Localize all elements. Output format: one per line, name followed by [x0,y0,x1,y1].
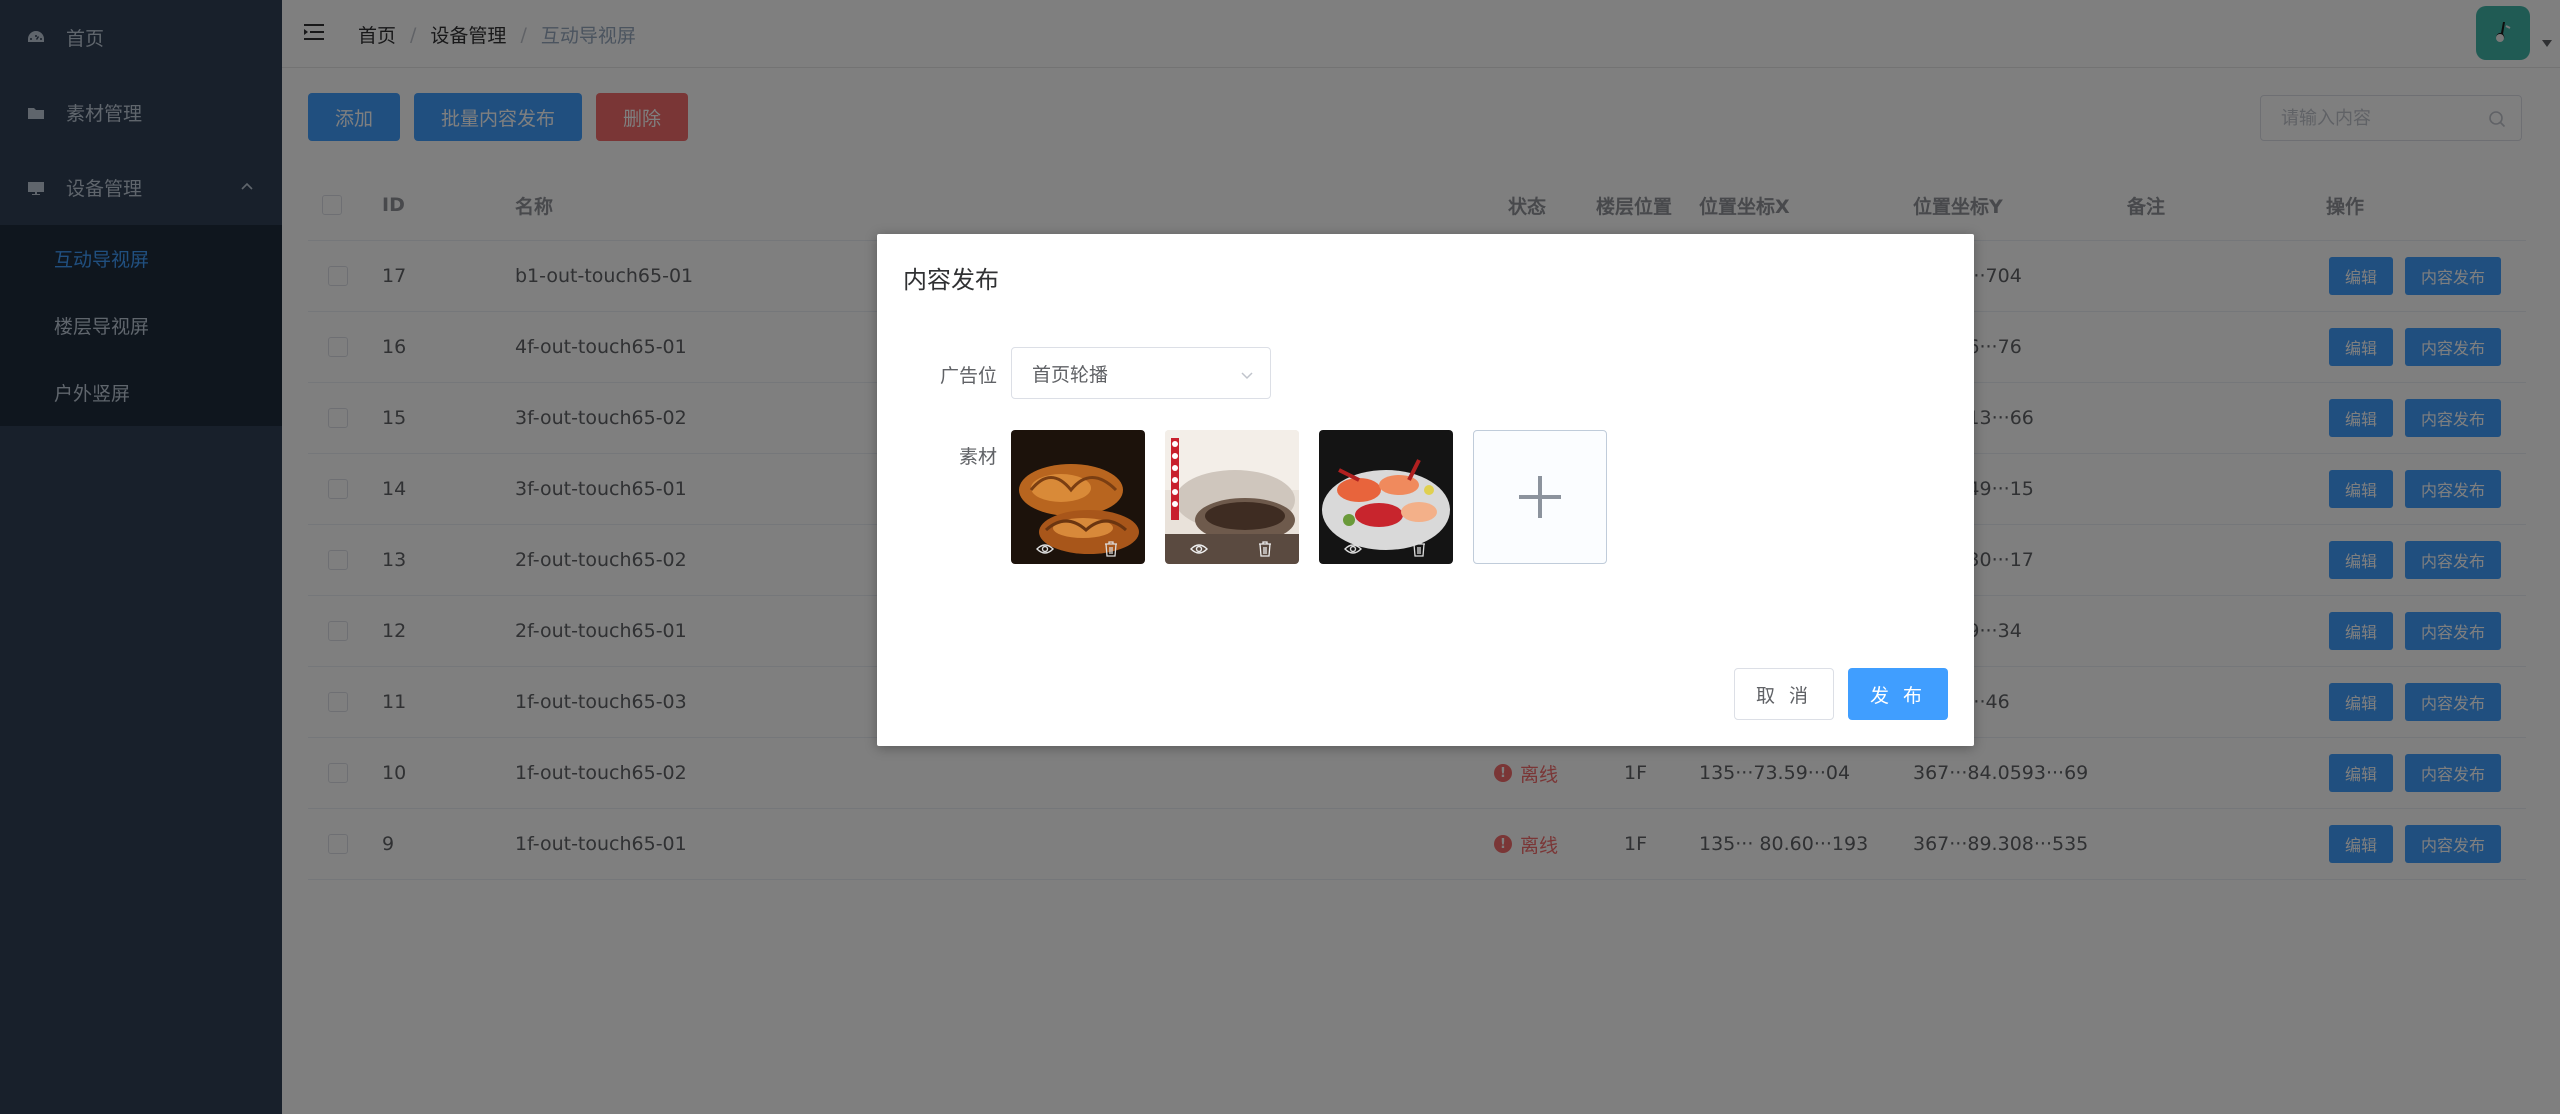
preview-icon[interactable] [1190,540,1208,558]
preview-icon[interactable] [1344,540,1362,558]
ad-slot-label: 广告位 [939,365,997,387]
delete-icon[interactable] [1410,540,1428,558]
delete-icon[interactable] [1256,540,1274,558]
plus-icon [1519,476,1561,518]
cancel-button[interactable]: 取 消 [1734,668,1834,720]
publish-dialog: 内容发布 广告位 首页轮播 素材 取 消 发 布 [877,234,1974,746]
delete-icon[interactable] [1102,540,1120,558]
dialog-footer: 取 消 发 布 [1734,668,1948,720]
chevron-down-icon [1241,372,1253,380]
preview-icon[interactable] [1036,540,1054,558]
material-thumbnail[interactable] [1011,430,1145,564]
dialog-title: 内容发布 [903,266,999,294]
ad-slot-select[interactable]: 首页轮播 [1011,347,1271,399]
upload-add-button[interactable] [1473,430,1607,564]
publish-button[interactable]: 发 布 [1848,668,1948,720]
material-label: 素材 [958,446,997,468]
material-upload-list [1011,430,1607,564]
material-thumbnail[interactable] [1165,430,1299,564]
material-thumbnail[interactable] [1319,430,1453,564]
ad-slot-value: 首页轮播 [1032,363,1109,386]
